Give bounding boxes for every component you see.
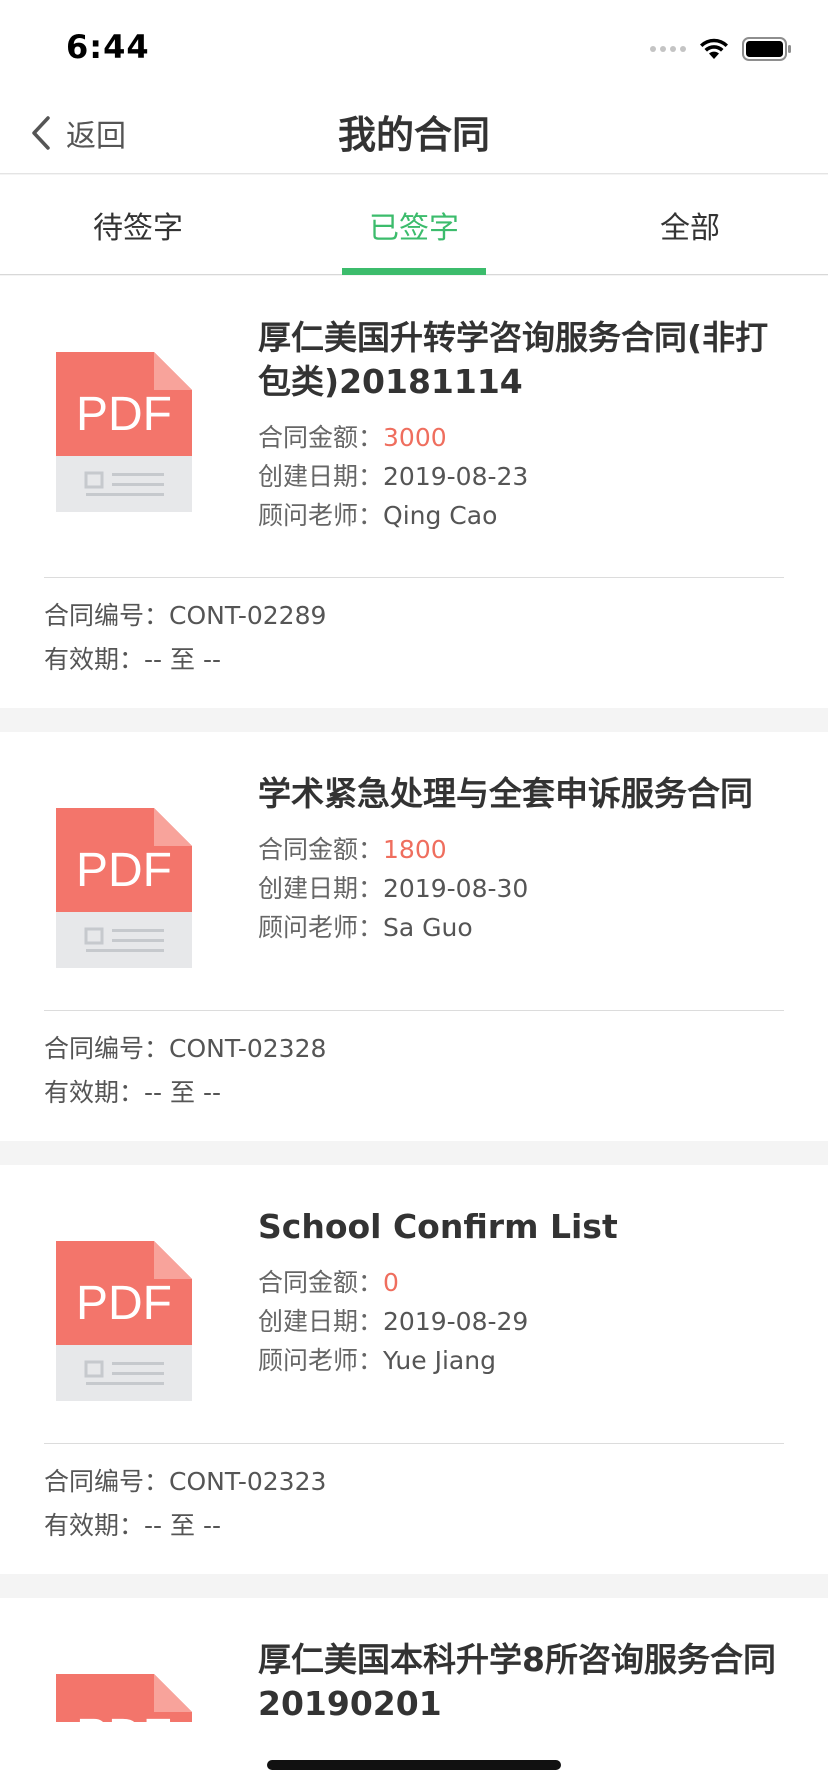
advisor-label: 顾问老师： [258, 913, 384, 942]
advisor-label: 顾问老师： [258, 501, 384, 530]
bottom-safe-area [0, 1722, 828, 1792]
contract-card[interactable]: PDF School Confirm List 合同金额：0 创建日期：2019… [0, 1165, 828, 1574]
validity-period: -- 至 -- [144, 1078, 221, 1107]
battery-icon [742, 37, 791, 61]
contract-card[interactable]: PDF 厚仁美国升转学咨询服务合同(非打包类)20181114 合同金额：300… [0, 276, 828, 708]
navigation-bar: 返回 我的合同 [0, 92, 828, 174]
contract-number-label: 合同编号： [44, 601, 170, 630]
tab-all[interactable]: 全部 [552, 175, 828, 274]
amount-label: 合同金额： [258, 423, 384, 452]
created-label: 创建日期： [258, 462, 384, 491]
validity-label: 有效期： [44, 1511, 145, 1540]
contract-title: School Confirm List [258, 1207, 618, 1246]
advisor-name: Yue Jiang [383, 1346, 496, 1375]
svg-text:PDF: PDF [76, 388, 172, 441]
svg-text:PDF: PDF [76, 844, 172, 897]
contract-status-tabs: 待签字 已签字 全部 [0, 175, 828, 275]
advisor-name: Qing Cao [383, 501, 498, 530]
advisor-name: Sa Guo [383, 913, 473, 942]
pdf-file-icon: PDF [56, 808, 192, 968]
tab-pending-signature[interactable]: 待签字 [0, 175, 276, 274]
contract-number-label: 合同编号： [44, 1034, 170, 1063]
contract-amount: 3000 [383, 423, 447, 452]
svg-text:PDF: PDF [76, 1710, 172, 1722]
contract-title: 厚仁美国升转学咨询服务合同(非打包类)20181114 [258, 318, 769, 401]
validity-period: -- 至 -- [144, 645, 221, 674]
contract-card[interactable]: PDF 厚仁美国本科升学8所咨询服务合同20190201 [0, 1598, 828, 1722]
contract-amount: 1800 [383, 835, 447, 864]
created-date: 2019-08-29 [383, 1307, 529, 1336]
created-date: 2019-08-23 [383, 462, 529, 491]
page-title: 我的合同 [337, 113, 490, 157]
contract-number: CONT-02328 [169, 1034, 327, 1063]
pdf-file-icon: PDF [56, 1241, 192, 1401]
status-bar: 6:44 [0, 0, 828, 92]
pdf-file-icon: PDF [56, 352, 192, 512]
created-label: 创建日期： [258, 1307, 384, 1336]
svg-text:PDF: PDF [76, 1277, 172, 1330]
cellular-signal-icon [650, 46, 686, 52]
contract-number-label: 合同编号： [44, 1467, 170, 1496]
amount-label: 合同金额： [258, 835, 384, 864]
contract-number: CONT-02289 [169, 601, 327, 630]
home-indicator [267, 1760, 561, 1770]
status-icons [650, 34, 792, 64]
created-date: 2019-08-30 [383, 874, 529, 903]
validity-label: 有效期： [44, 1078, 145, 1107]
created-label: 创建日期： [258, 874, 384, 903]
amount-label: 合同金额： [258, 1268, 384, 1297]
contract-number: CONT-02323 [169, 1467, 327, 1496]
status-time: 6:44 [66, 28, 150, 66]
advisor-label: 顾问老师： [258, 1346, 384, 1375]
validity-label: 有效期： [44, 645, 145, 674]
contract-list[interactable]: PDF 厚仁美国升转学咨询服务合同(非打包类)20181114 合同金额：300… [0, 276, 828, 1722]
wifi-icon [700, 38, 728, 59]
tab-signed[interactable]: 已签字 [276, 175, 552, 275]
contract-title: 厚仁美国本科升学8所咨询服务合同20190201 [258, 1640, 776, 1722]
contract-amount: 0 [383, 1268, 399, 1297]
pdf-file-icon: PDF [56, 1674, 192, 1722]
contract-title: 学术紧急处理与全套申诉服务合同 [258, 774, 753, 813]
validity-period: -- 至 -- [144, 1511, 221, 1540]
contract-card[interactable]: PDF 学术紧急处理与全套申诉服务合同 合同金额：1800 创建日期：2019-… [0, 732, 828, 1141]
